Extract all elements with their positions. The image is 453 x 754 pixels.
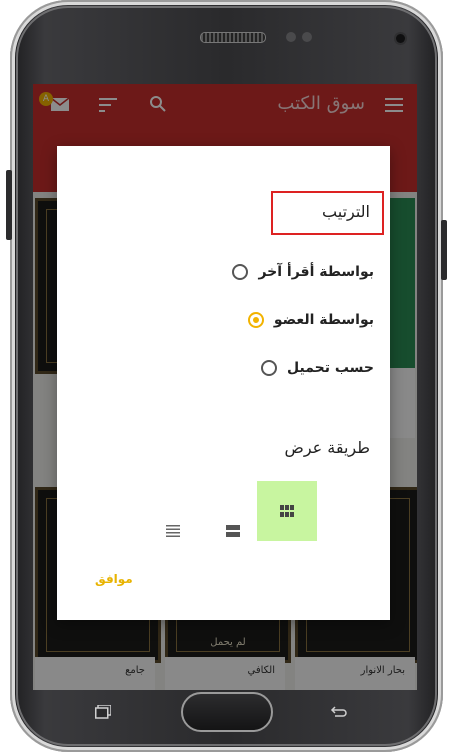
sort-option-download[interactable]: حسب تحميل: [261, 353, 374, 383]
sort-option-label: حسب تحميل: [287, 360, 374, 376]
volume-button[interactable]: [6, 170, 12, 240]
radio-button[interactable]: [232, 264, 249, 280]
view-list-button[interactable]: [143, 501, 203, 561]
sort-option-last-read[interactable]: بواسطة أقرأ آخر: [232, 257, 374, 287]
power-button[interactable]: [441, 220, 447, 280]
navigation-bar: [33, 690, 417, 734]
grid-icon: [280, 502, 294, 521]
sort-title: الترتيب: [322, 202, 370, 221]
proximity-sensor: [286, 32, 296, 42]
sort-view-dialog: الترتيب بواسطة أقرأ آخر بواسطة العضو حسب…: [57, 146, 390, 620]
light-sensor: [302, 32, 312, 42]
radio-button[interactable]: [261, 360, 278, 376]
sort-option-label: بواسطة العضو: [273, 312, 374, 328]
view-mode-title: طريقة عرض: [284, 438, 371, 457]
radio-button-checked[interactable]: [247, 312, 264, 328]
wide-list-icon: [226, 522, 240, 541]
list-icon: [166, 522, 180, 541]
sort-option-label: بواسطة أقرأ آخر: [258, 264, 374, 280]
earpiece: [200, 32, 266, 43]
home-button[interactable]: [181, 692, 273, 732]
screen: سوق الكتب A لم يحمل جامع الكافي بحار الا…: [33, 84, 417, 690]
front-camera: [396, 34, 405, 43]
ok-button[interactable]: موافق: [95, 572, 133, 586]
back-icon[interactable]: [329, 704, 347, 718]
sort-option-member[interactable]: بواسطة العضو: [247, 305, 374, 335]
view-grid-button[interactable]: [257, 481, 317, 541]
view-wide-list-button[interactable]: [203, 501, 263, 561]
recent-apps-icon[interactable]: [95, 704, 112, 719]
